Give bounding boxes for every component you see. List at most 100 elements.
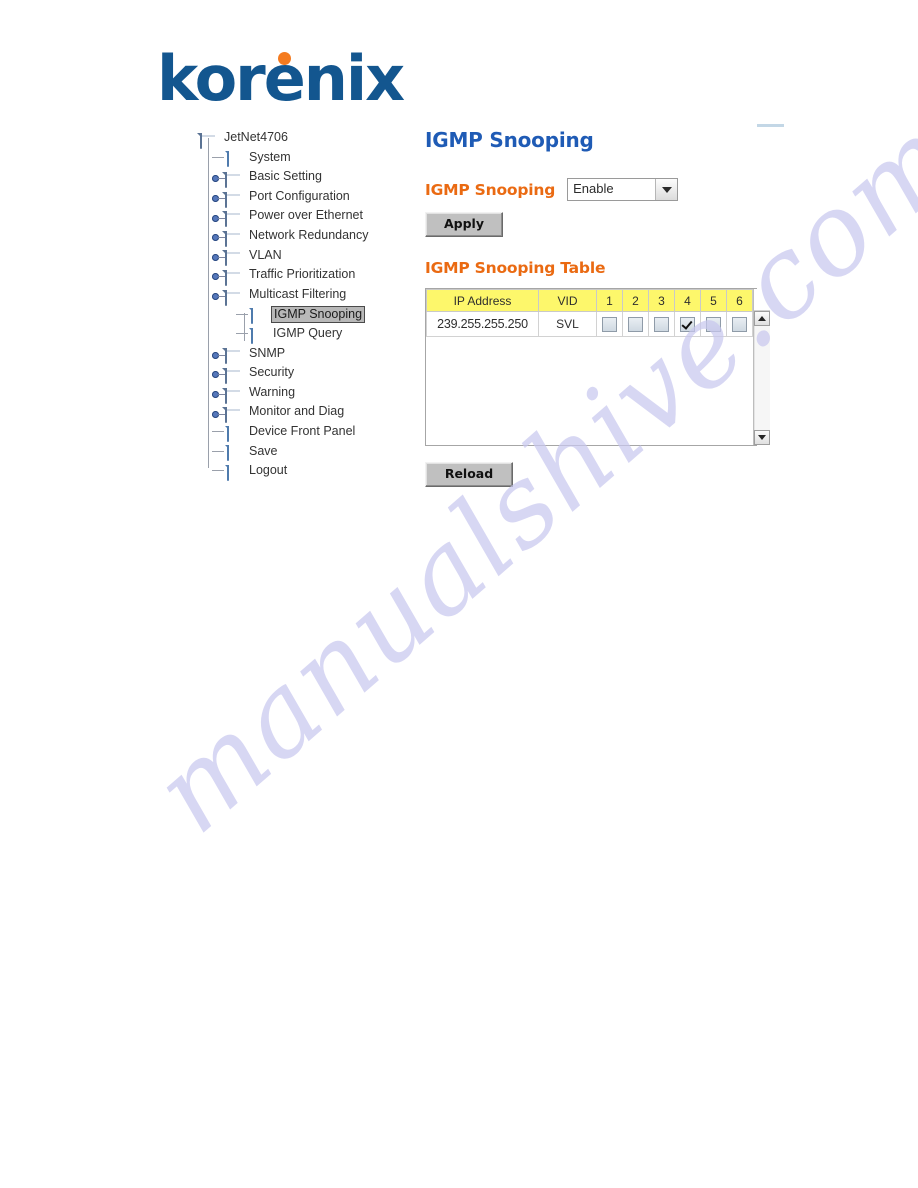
folder-icon [225,405,242,424]
column-header-port-1: 1 [596,289,623,312]
folder-icon [225,386,242,404]
tree-item-label: SNMP [249,345,286,360]
page-icon [225,464,242,481]
tree-item-snmp[interactable]: SNMP [200,344,410,365]
scroll-down-button[interactable] [754,430,770,445]
tree-item-label: Save [249,443,278,458]
tree-connector [212,470,224,472]
page-icon [225,150,242,168]
tree-item-label: Warning [249,384,296,399]
logo-dot-icon [278,52,291,65]
tree-item-igmp-snooping[interactable]: IGMP Snooping [200,304,410,325]
folder-icon [225,248,242,267]
tree-item-jetnet4706[interactable]: JetNet4706 [200,128,410,149]
scrollbar-header-pad [754,289,770,311]
tree-item-power-over-ethernet[interactable]: Power over Ethernet [200,206,410,228]
tree-item-save[interactable]: Save [200,442,410,462]
snooping-table-element: IP Address VID 1 2 3 4 5 6 239.255.255.2… [426,289,753,337]
tree-item-label: Port Configuration [249,188,350,203]
tree-connector [212,431,224,433]
cell-port-3 [648,311,675,337]
folder-icon [225,190,242,208]
igmp-snooping-select-value: Enable [568,179,656,200]
tree-item-logout[interactable]: Logout [200,461,410,481]
folder-icon [225,170,242,188]
tree-connector [212,450,224,452]
cell-port-4 [674,311,701,337]
column-header-port-3: 3 [648,289,675,312]
port-3-checkbox[interactable] [654,316,669,332]
tree-item-label: Security [249,365,295,380]
igmp-snooping-setting-row: IGMP Snooping Enable [425,178,757,201]
tree-item-label: Monitor and Diag [249,404,345,419]
table-scrollbar[interactable] [753,289,770,445]
cell-port-6 [726,311,753,337]
tree-connector [236,313,248,315]
tree-item-label: System [249,149,291,164]
cell-port-5 [700,311,727,337]
tree-item-label: Logout [249,463,288,478]
tree-item-basic-setting[interactable]: Basic Setting [200,167,410,188]
tree-item-multicast-filtering[interactable]: Multicast Filtering [200,285,410,306]
igmp-snooping-label: IGMP Snooping [425,180,556,199]
apply-button[interactable]: Apply [425,212,503,237]
column-header-port-5: 5 [700,289,727,312]
tree-connector [212,156,224,158]
navigation-tree[interactable]: JetNet4706 System Basic Setting Port Con… [200,128,410,481]
arrow-down-icon [758,435,766,440]
scrollbar-track[interactable] [754,326,770,430]
cell-port-2 [622,311,649,337]
header-rule [757,124,784,127]
column-header-port-6: 6 [726,289,753,312]
folder-icon [200,131,217,149]
page-icon [249,307,266,325]
folder-icon [225,366,242,384]
igmp-snooping-table: IP Address VID 1 2 3 4 5 6 239.255.255.2… [425,288,770,446]
reload-button[interactable]: Reload [425,462,513,487]
column-header-port-2: 2 [622,289,649,312]
igmp-snooping-select[interactable]: Enable [567,178,679,201]
tree-item-label: Multicast Filtering [249,286,347,301]
tree-item-port-configuration[interactable]: Port Configuration [200,187,410,208]
port-2-checkbox[interactable] [628,316,643,332]
tree-item-label: VLAN [249,247,282,262]
tree-item-label: IGMP Query [273,325,343,340]
table-inner: IP Address VID 1 2 3 4 5 6 239.255.255.2… [426,289,753,445]
tree-item-label: Power over Ethernet [249,208,363,223]
scroll-up-button[interactable] [754,311,770,326]
tree-connector [236,333,248,335]
port-1-checkbox[interactable] [602,316,617,332]
tree-item-label: Traffic Prioritization [249,267,356,282]
tree-item-label: Device Front Panel [249,423,356,438]
table-header-row: IP Address VID 1 2 3 4 5 6 [426,289,753,312]
tree-item-system[interactable]: System [200,148,410,168]
folder-icon [225,288,242,306]
tree-item-igmp-query[interactable]: IGMP Query [200,324,410,344]
port-4-checkbox[interactable] [680,316,695,332]
tree-item-label: JetNet4706 [224,130,288,144]
page-title: IGMP Snooping [425,128,594,152]
cell-port-1 [596,311,623,337]
folder-icon [225,229,242,247]
folder-icon [225,346,242,365]
port-5-checkbox[interactable] [706,316,721,332]
cell-vid: SVL [538,311,597,337]
column-header-port-4: 4 [674,289,701,312]
tree-item-label: Basic Setting [249,169,322,184]
tree-item-device-front-panel[interactable]: Device Front Panel [200,422,410,442]
page-icon [225,444,242,462]
tree-item-warning[interactable]: Warning [200,383,410,404]
column-header-ip-address: IP Address [426,289,539,312]
column-header-vid: VID [538,289,597,312]
tree-item-network-redundancy[interactable]: Network Redundancy [200,226,410,247]
tree-item-vlan[interactable]: VLAN [200,246,410,267]
chevron-down-icon[interactable] [655,179,678,200]
tree-item-traffic-prioritization[interactable]: Traffic Prioritization [200,265,410,286]
main-content: IGMP Snooping IGMP Snooping Enable Apply… [425,128,770,487]
tree-item-security[interactable]: Security [200,363,410,384]
tree-item-label: Network Redundancy [249,227,369,242]
port-6-checkbox[interactable] [732,316,747,332]
cell-ip-address: 239.255.255.250 [426,311,539,337]
page-icon [225,425,242,442]
tree-item-monitor-and-diag[interactable]: Monitor and Diag [200,402,410,424]
